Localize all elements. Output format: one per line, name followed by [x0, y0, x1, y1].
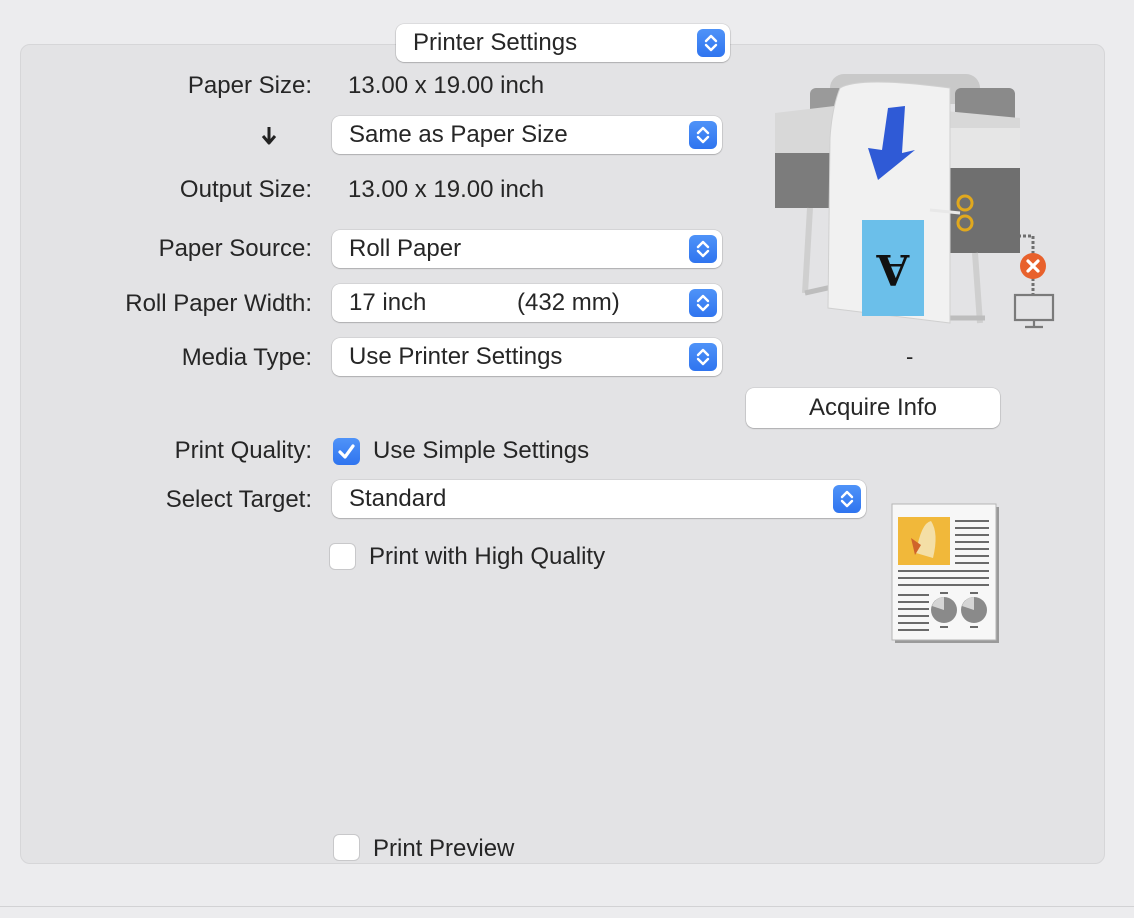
paper-source-value: Roll Paper [349, 235, 462, 262]
roll-paper-width-mm: (432 mm) [517, 289, 620, 316]
print-preview-label[interactable]: Print Preview [373, 835, 514, 863]
select-target-popup[interactable]: Standard [332, 480, 866, 518]
print-quality-label: Print Quality: [174, 437, 312, 464]
panel-selector-popup[interactable]: Printer Settings [396, 24, 730, 62]
chevron-up-down-icon [689, 289, 717, 317]
printer-status-text: - [906, 344, 914, 369]
chevron-up-down-icon [833, 485, 861, 513]
roll-paper-width-label: Roll Paper Width: [125, 290, 312, 317]
scaling-popup[interactable]: Same as Paper Size [332, 116, 722, 154]
document-preview-icon [891, 503, 1001, 650]
media-type-value: Use Printer Settings [349, 343, 563, 370]
divider [0, 906, 1134, 907]
error-icon [1018, 251, 1048, 286]
computer-monitor-icon [1012, 292, 1056, 335]
use-simple-settings-checkbox[interactable] [333, 438, 360, 465]
panel-selector-value: Printer Settings [413, 29, 578, 56]
media-type-label: Media Type: [181, 344, 312, 371]
paper-size-value: 13.00 x 19.00 inch [348, 72, 545, 99]
chevron-up-down-icon [689, 235, 717, 263]
paper-source-label: Paper Source: [158, 235, 312, 262]
chevron-up-down-icon [689, 343, 717, 371]
roll-paper-width-value: 17 inch [349, 289, 427, 316]
print-preview-checkbox[interactable] [333, 834, 360, 861]
use-simple-settings-label[interactable]: Use Simple Settings [373, 437, 589, 465]
scaling-value: Same as Paper Size [349, 121, 568, 148]
high-quality-label[interactable]: Print with High Quality [369, 543, 605, 571]
media-type-popup[interactable]: Use Printer Settings [332, 338, 722, 376]
acquire-info-button[interactable]: Acquire Info [746, 388, 1000, 428]
output-size-label: Output Size: [179, 176, 312, 203]
select-target-label: Select Target: [165, 486, 312, 513]
arrow-down-icon [259, 124, 279, 153]
chevron-up-down-icon [689, 121, 717, 149]
select-target-value: Standard [349, 485, 447, 512]
chevron-up-down-icon [697, 29, 725, 57]
checkmark-icon [338, 444, 355, 459]
roll-paper-width-popup[interactable]: 17 inch (432 mm) [332, 284, 722, 322]
paper-source-popup[interactable]: Roll Paper [332, 230, 722, 268]
output-size-value: 13.00 x 19.00 inch [348, 176, 545, 203]
high-quality-checkbox[interactable] [329, 543, 356, 570]
svg-text:A: A [875, 245, 910, 294]
paper-size-label: Paper Size: [187, 72, 312, 99]
